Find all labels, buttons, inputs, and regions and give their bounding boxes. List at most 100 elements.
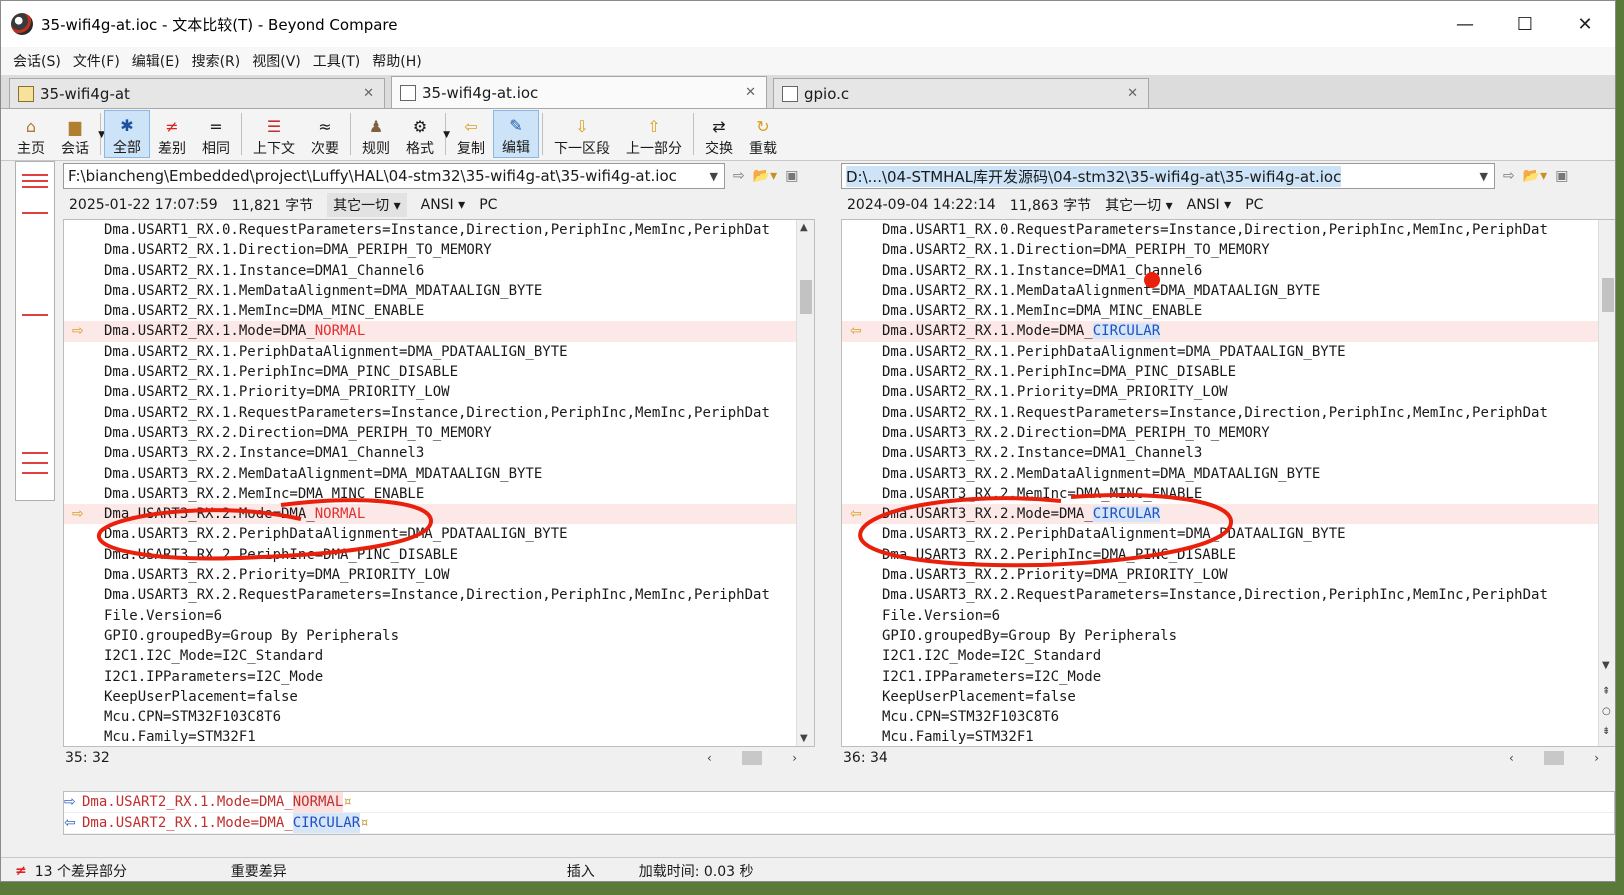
- right-filter-dropdown[interactable]: 其它一切 ▾: [1105, 195, 1172, 215]
- code-line[interactable]: Dma.USART2_RX.1.MemDataAlignment=DMA_MDA…: [842, 281, 1615, 301]
- menu-file[interactable]: 文件(F): [67, 51, 126, 71]
- save-icon[interactable]: ▣: [785, 168, 798, 184]
- diff-line[interactable]: ⇨ Dma.USART2_RX.1.Mode=DMA_NORMAL: [64, 321, 814, 342]
- pencil-swap-icon[interactable]: ⇨: [733, 168, 745, 184]
- open-folder-icon[interactable]: 📂▾: [753, 168, 777, 184]
- code-line[interactable]: Dma.USART3_RX.2.MemInc=DMA_MINC_ENABLE: [64, 484, 814, 504]
- code-line[interactable]: Dma.USART2_RX.1.MemDataAlignment=DMA_MDA…: [64, 281, 814, 301]
- code-line[interactable]: Dma.USART3_RX.2.Priority=DMA_PRIORITY_LO…: [64, 565, 814, 585]
- code-line[interactable]: Dma.USART3_RX.2.Priority=DMA_PRIORITY_LO…: [842, 565, 1615, 585]
- code-line[interactable]: Dma.USART3_RX.2.MemDataAlignment=DMA_MDA…: [842, 464, 1615, 484]
- reload-button[interactable]: ↻ 重载: [741, 110, 785, 158]
- show-diffs-button[interactable]: ≠ 差别: [150, 110, 194, 158]
- thumbnail-overview[interactable]: [15, 161, 55, 501]
- context-button[interactable]: ☰ 上下文: [245, 110, 303, 158]
- code-line[interactable]: Dma.USART2_RX.1.Priority=DMA_PRIORITY_LO…: [842, 382, 1615, 402]
- code-line[interactable]: Mcu.CPN=STM32F103C8T6: [64, 707, 814, 727]
- code-line[interactable]: Dma.USART3_RX.2.PeriphInc=DMA_PINC_DISAB…: [64, 545, 814, 565]
- code-line[interactable]: Dma.USART3_RX.2.Instance=DMA1_Channel3: [64, 443, 814, 463]
- scroll-right-icon[interactable]: ›: [792, 751, 797, 765]
- code-line[interactable]: I2C1.I2C_Mode=I2C_Standard: [842, 646, 1615, 666]
- code-line[interactable]: Dma.USART2_RX.1.Instance=DMA1_Channel6: [842, 261, 1615, 281]
- diff-right-arrow-icon[interactable]: ⇨: [72, 321, 90, 341]
- tab-text-compare-ioc[interactable]: 35-wifi4g-at.ioc ✕: [391, 76, 767, 108]
- tab-close-icon[interactable]: ✕: [1127, 86, 1138, 101]
- code-line[interactable]: File.Version=6: [64, 606, 814, 626]
- code-line[interactable]: Dma.USART2_RX.1.RequestParameters=Instan…: [842, 403, 1615, 423]
- code-line[interactable]: Dma.USART3_RX.2.Direction=DMA_PERIPH_TO_…: [842, 423, 1615, 443]
- diff-right-arrow-icon[interactable]: ⇨: [72, 504, 90, 524]
- code-line[interactable]: Dma.USART3_RX.2.MemInc=DMA_MINC_ENABLE: [842, 484, 1615, 504]
- prev-diff-icon[interactable]: ⇞: [1602, 686, 1610, 697]
- pencil-swap-icon[interactable]: ⇨: [1503, 168, 1515, 184]
- tab-close-icon[interactable]: ✕: [363, 86, 374, 101]
- right-encoding-dropdown[interactable]: ANSI ▾: [1187, 197, 1232, 213]
- diff-left-arrow-icon[interactable]: ⇦: [850, 504, 868, 524]
- code-line[interactable]: GPIO.groupedBy=Group By Peripherals: [842, 626, 1615, 646]
- code-line[interactable]: KeepUserPlacement=false: [842, 687, 1615, 707]
- next-section-button[interactable]: ⇩ 下一区段: [546, 110, 618, 158]
- code-line[interactable]: Dma.USART3_RX.2.PeriphInc=DMA_PINC_DISAB…: [842, 545, 1615, 565]
- diff-line[interactable]: ⇦ Dma.USART3_RX.2.Mode=DMA_CIRCULAR: [842, 504, 1615, 525]
- code-line[interactable]: Dma.USART2_RX.1.RequestParameters=Instan…: [64, 403, 814, 423]
- menu-view[interactable]: 视图(V): [246, 51, 307, 71]
- code-line[interactable]: Dma.USART2_RX.1.MemInc=DMA_MINC_ENABLE: [842, 301, 1615, 321]
- minor-button[interactable]: ≈ 次要: [303, 110, 347, 158]
- scroll-left-icon[interactable]: ‹: [707, 751, 712, 765]
- code-line[interactable]: Mcu.CPN=STM32F103C8T6: [842, 707, 1615, 727]
- scroll-left-icon[interactable]: ‹: [1509, 751, 1514, 765]
- save-icon[interactable]: ▣: [1555, 168, 1568, 184]
- code-line[interactable]: Dma.USART3_RX.2.RequestParameters=Instan…: [842, 585, 1615, 605]
- prev-section-button[interactable]: ⇧ 上一部分: [618, 110, 690, 158]
- code-line[interactable]: I2C1.IPParameters=I2C_Mode: [64, 667, 814, 687]
- code-line[interactable]: Mcu.Family=STM32F1: [842, 727, 1615, 746]
- scroll-thumb[interactable]: [1602, 278, 1614, 312]
- format-button[interactable]: ⚙ 格式 ▼: [398, 110, 450, 158]
- code-line[interactable]: I2C1.IPParameters=I2C_Mode: [842, 667, 1615, 687]
- right-vertical-scrollbar[interactable]: ▼ ⇞ ○ ⇟: [1598, 220, 1615, 746]
- code-line[interactable]: Dma.USART2_RX.1.PeriphDataAlignment=DMA_…: [64, 342, 814, 362]
- code-line[interactable]: Dma.USART2_RX.1.Direction=DMA_PERIPH_TO_…: [64, 240, 814, 260]
- right-path-field[interactable]: D:\...\04-STMHAL库开发源码\04-stm32\35-wifi4g…: [841, 163, 1495, 189]
- tab-text-compare-gpio[interactable]: gpio.c ✕: [773, 78, 1149, 108]
- chevron-down-icon[interactable]: ▼: [1480, 170, 1488, 183]
- code-line[interactable]: Dma.USART2_RX.1.PeriphInc=DMA_PINC_DISAB…: [64, 362, 814, 382]
- tab-close-icon[interactable]: ✕: [745, 85, 756, 100]
- left-encoding-dropdown[interactable]: ANSI ▾: [421, 197, 466, 213]
- diff-line[interactable]: ⇦ Dma.USART2_RX.1.Mode=DMA_CIRCULAR: [842, 321, 1615, 342]
- menu-help[interactable]: 帮助(H): [366, 51, 427, 71]
- code-line[interactable]: KeepUserPlacement=false: [64, 687, 814, 707]
- show-all-button[interactable]: ✱ 全部: [104, 110, 150, 158]
- left-code-view[interactable]: Dma.USART1_RX.0.RequestParameters=Instan…: [63, 219, 815, 747]
- line-details-pane[interactable]: ⇨ Dma.USART2_RX.1.Mode=DMA_ NORMAL ¤ ⇦ Dma…: [63, 791, 1615, 835]
- code-line[interactable]: Dma.USART3_RX.2.Direction=DMA_PERIPH_TO_…: [64, 423, 814, 443]
- menu-session[interactable]: 会话(S): [7, 51, 67, 71]
- next-diff-icon[interactable]: ⇟: [1602, 726, 1610, 737]
- edit-button[interactable]: ✎ 编辑: [493, 110, 539, 158]
- code-line[interactable]: Dma.USART2_RX.1.MemInc=DMA_MINC_ENABLE: [64, 301, 814, 321]
- right-code-view[interactable]: Dma.USART1_RX.0.RequestParameters=Instan…: [841, 219, 1615, 747]
- show-same-button[interactable]: = 相同: [194, 110, 238, 158]
- code-line[interactable]: Dma.USART2_RX.1.Direction=DMA_PERIPH_TO_…: [842, 240, 1615, 260]
- current-diff-icon[interactable]: ○: [1602, 706, 1611, 717]
- maximize-button[interactable]: ☐: [1495, 1, 1555, 47]
- code-line[interactable]: GPIO.groupedBy=Group By Peripherals: [64, 626, 814, 646]
- copy-button[interactable]: ⇦ 复制: [449, 110, 493, 158]
- chevron-down-icon[interactable]: ▼: [710, 170, 718, 183]
- close-window-button[interactable]: ✕: [1555, 1, 1615, 47]
- swap-button[interactable]: ⇄ 交换: [697, 110, 741, 158]
- right-line-ending[interactable]: PC: [1245, 197, 1263, 213]
- code-line[interactable]: Dma.USART1_RX.0.RequestParameters=Instan…: [64, 220, 814, 240]
- code-line[interactable]: Dma.USART2_RX.1.PeriphInc=DMA_PINC_DISAB…: [842, 362, 1615, 382]
- scroll-thumb[interactable]: [800, 280, 812, 314]
- code-line[interactable]: File.Version=6: [842, 606, 1615, 626]
- code-line[interactable]: Dma.USART2_RX.1.Priority=DMA_PRIORITY_LO…: [64, 382, 814, 402]
- home-button[interactable]: ⌂ 主页: [9, 110, 53, 158]
- code-line[interactable]: Dma.USART3_RX.2.PeriphDataAlignment=DMA_…: [64, 524, 814, 544]
- left-vertical-scrollbar[interactable]: ▲ ▼: [796, 220, 814, 746]
- code-line[interactable]: Mcu.Family=STM32F1: [64, 727, 814, 746]
- code-line[interactable]: Dma.USART2_RX.1.PeriphDataAlignment=DMA_…: [842, 342, 1615, 362]
- rules-button[interactable]: ♟ 规则: [354, 110, 398, 158]
- menu-search[interactable]: 搜索(R): [186, 51, 247, 71]
- right-horizontal-scrollbar[interactable]: ‹ ›: [1509, 751, 1599, 765]
